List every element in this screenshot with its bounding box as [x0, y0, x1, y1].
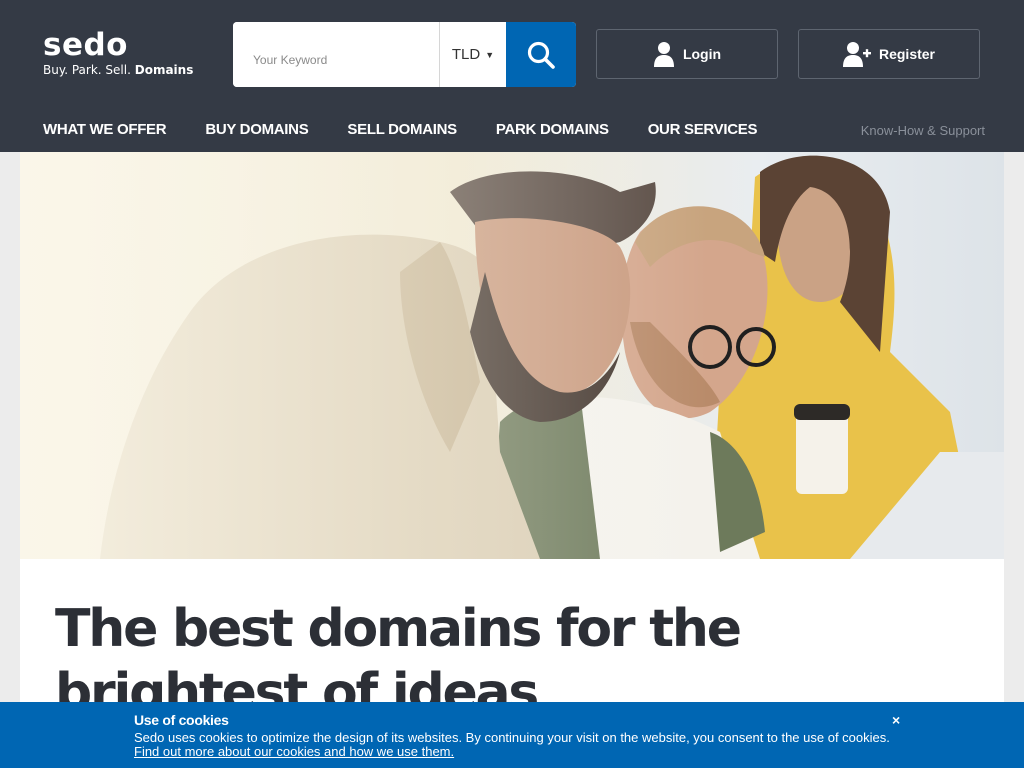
- keyword-input[interactable]: [233, 22, 439, 87]
- hero-image: [20, 152, 1004, 559]
- nav-sell-domains[interactable]: SELL DOMAINS: [347, 121, 457, 138]
- login-button[interactable]: Login: [596, 29, 778, 79]
- tld-label: TLD: [451, 46, 481, 63]
- site-header: sedo Buy. Park. Sell. Domains TLD ▼ Logi…: [0, 0, 1024, 152]
- nav-what-we-offer[interactable]: WHAT WE OFFER: [43, 121, 167, 138]
- login-label: Login: [682, 46, 722, 62]
- cookie-banner: Use of cookies Sedo uses cookies to opti…: [0, 702, 1024, 768]
- search-button[interactable]: [506, 22, 576, 87]
- user-add-icon: [842, 42, 871, 67]
- register-label: Register: [878, 46, 936, 62]
- logo-tagline: Buy. Park. Sell. Domains: [43, 63, 193, 77]
- domain-search: TLD ▼: [233, 22, 576, 87]
- close-icon[interactable]: ×: [892, 712, 900, 728]
- nav-park-domains[interactable]: PARK DOMAINS: [496, 121, 609, 138]
- search-icon: [527, 41, 555, 69]
- hero-photo-illustration: [20, 152, 1004, 559]
- logo-tagline-text: Buy. Park. Sell.: [43, 63, 131, 77]
- tld-dropdown-icon: ▼: [485, 49, 495, 60]
- cookie-info-link[interactable]: Find out more about our cookies and how …: [134, 744, 454, 759]
- main-nav: WHAT WE OFFER BUY DOMAINS SELL DOMAINS P…: [43, 121, 796, 138]
- cookie-text: Sedo uses cookies to optimize the design…: [134, 730, 890, 745]
- nav-our-services[interactable]: OUR SERVICES: [648, 121, 758, 138]
- register-button[interactable]: Register: [798, 29, 980, 79]
- sedo-logo[interactable]: sedo Buy. Park. Sell. Domains: [43, 28, 193, 77]
- nav-buy-domains[interactable]: BUY DOMAINS: [205, 121, 308, 138]
- logo-tagline-bold: Domains: [134, 63, 194, 77]
- user-icon: [653, 42, 674, 67]
- tld-select[interactable]: TLD ▼: [439, 22, 506, 87]
- logo-name: sedo: [43, 27, 128, 63]
- cookie-title: Use of cookies: [134, 712, 229, 728]
- know-how-support-link[interactable]: Know-How & Support: [861, 123, 985, 138]
